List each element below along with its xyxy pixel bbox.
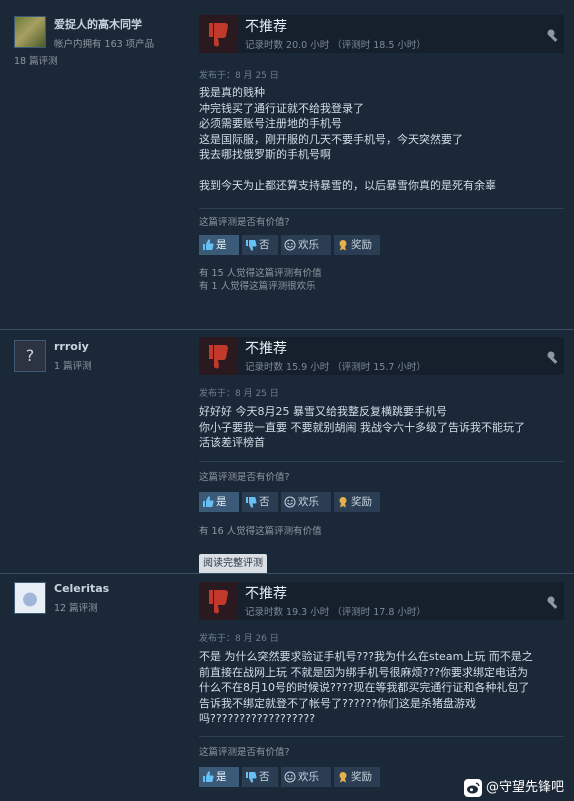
thumbs-down-small-icon <box>246 239 257 251</box>
review-text: 好好好 今天8月25 暴雪又给我整反复横跳要手机号 你小子要我一直要 不要就别胡… <box>199 405 525 449</box>
weibo-logo-icon <box>463 778 482 797</box>
read-more-tooltip[interactable]: 阅读完整评测 <box>199 554 267 574</box>
award-icon <box>339 772 347 783</box>
divider <box>199 208 564 209</box>
review-separator <box>0 573 574 574</box>
award-icon <box>339 240 347 251</box>
review-header[interactable]: 不推荐 记录时数 20.0 小时 （评测时 18.5 小时） <box>199 15 564 53</box>
award-button[interactable]: 奖励 <box>334 767 380 787</box>
verdict-label: 不推荐 <box>245 19 287 35</box>
avatar[interactable] <box>14 582 46 614</box>
post-date: 发布于：8 月 25 日 <box>199 389 279 399</box>
watermark: @守望先锋吧 <box>463 776 564 797</box>
thumbs-down-icon <box>199 582 237 620</box>
yes-button[interactable]: 是 <box>199 492 239 512</box>
username[interactable]: Celeritas <box>54 582 109 595</box>
helpful-question: 这篇评测是否有价值? <box>199 472 290 483</box>
playtime: 记录时数 15.9 小时 （评测时 15.7 小时） <box>245 362 426 373</box>
smiley-icon <box>284 771 296 783</box>
no-button[interactable]: 否 <box>242 767 278 787</box>
username[interactable]: 爱捉人的高木同学 <box>54 16 142 32</box>
playtime: 记录时数 20.0 小时 （评测时 18.5 小时） <box>245 40 426 51</box>
avatar[interactable]: ? <box>14 340 46 372</box>
thumbs-down-small-icon <box>246 496 257 508</box>
thumbs-up-icon <box>203 496 214 508</box>
products-owned[interactable]: 帐户内拥有 163 项产品 <box>54 36 154 50</box>
smiley-icon <box>284 239 296 251</box>
review-separator <box>0 329 574 330</box>
yes-button[interactable]: 是 <box>199 767 239 787</box>
review-count[interactable]: 18 篇评测 <box>14 53 58 67</box>
no-button[interactable]: 否 <box>242 492 278 512</box>
funny-button[interactable]: 欢乐 <box>281 235 331 255</box>
username[interactable]: rrroiy <box>54 340 89 353</box>
wrench-icon[interactable] <box>546 594 560 613</box>
watermark-text: @守望先锋吧 <box>485 780 564 795</box>
verdict-label: 不推荐 <box>245 586 287 602</box>
thumbs-down-icon <box>199 15 237 53</box>
review-count[interactable]: 1 篇评测 <box>54 358 92 372</box>
helpful-question: 这篇评测是否有价值? <box>199 747 290 758</box>
thumbs-down-small-icon <box>246 771 257 783</box>
review-header[interactable]: 不推荐 记录时数 15.9 小时 （评测时 15.7 小时） <box>199 337 564 375</box>
wrench-icon[interactable] <box>546 27 560 46</box>
no-button[interactable]: 否 <box>242 235 278 255</box>
divider <box>199 461 564 462</box>
award-button[interactable]: 奖励 <box>334 235 380 255</box>
review-header[interactable]: 不推荐 记录时数 19.3 小时 （评测时 17.8 小时） <box>199 582 564 620</box>
vote-stats: 有 15 人觉得这篇评测有价值 有 1 人觉得这篇评测很欢乐 <box>199 268 322 292</box>
divider <box>199 736 564 737</box>
vote-stats: 有 16 人觉得这篇评测有价值 <box>199 526 322 537</box>
review-count[interactable]: 12 篇评测 <box>54 600 98 614</box>
helpful-question: 这篇评测是否有价值? <box>199 217 290 228</box>
thumbs-up-icon <box>203 239 214 251</box>
award-icon <box>339 497 347 508</box>
funny-button[interactable]: 欢乐 <box>281 767 331 787</box>
post-date: 发布于：8 月 26 日 <box>199 634 279 644</box>
yes-button[interactable]: 是 <box>199 235 239 255</box>
avatar[interactable] <box>14 16 46 48</box>
smiley-icon <box>284 496 296 508</box>
thumbs-up-icon <box>203 771 214 783</box>
review-text: 我是真的贱种 冲完钱买了通行证就不给我登录了 必须需要账号注册地的手机号 这是国… <box>199 86 496 192</box>
post-date: 发布于：8 月 25 日 <box>199 71 279 81</box>
wrench-icon[interactable] <box>546 349 560 368</box>
funny-button[interactable]: 欢乐 <box>281 492 331 512</box>
award-button[interactable]: 奖励 <box>334 492 380 512</box>
thumbs-down-icon <box>199 337 237 375</box>
verdict-label: 不推荐 <box>245 341 287 357</box>
playtime: 记录时数 19.3 小时 （评测时 17.8 小时） <box>245 607 426 618</box>
review-text: 不是 为什么突然要求验证手机号???我为什么在steam上玩 而不是之 前直接在… <box>199 650 533 725</box>
